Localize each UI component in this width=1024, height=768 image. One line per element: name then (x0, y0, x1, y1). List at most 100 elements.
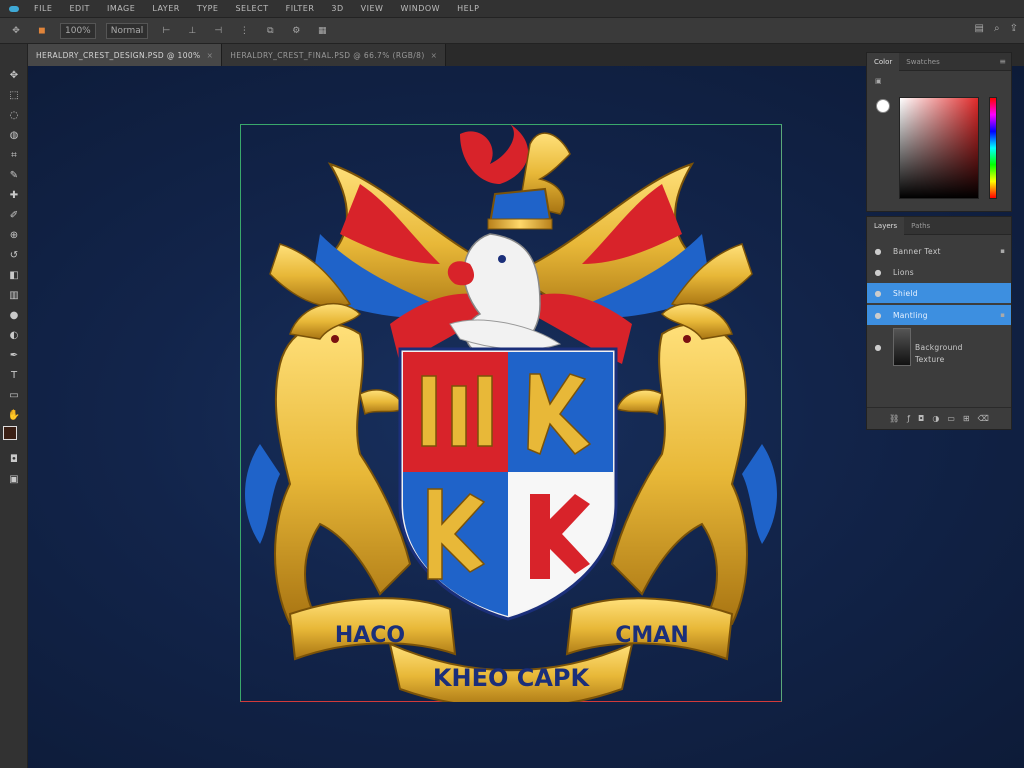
layer-row-selected[interactable]: ● Shield (867, 283, 1011, 303)
tab-crest-final[interactable]: HERALDRY_CREST_FINAL.PSD @ 66.7% (RGB/8)… (222, 44, 447, 66)
pen-icon[interactable]: ✒ (6, 348, 22, 362)
options-bar: ✥ ◼ 100% Normal ⊢ ⊥ ⊣ ⋮ ⧉ ⚙ ▦ ▤ ⌕ ⇪ (0, 18, 1024, 44)
menu-type[interactable]: TYPE (191, 4, 225, 13)
menu-file[interactable]: FILE (28, 4, 58, 13)
align-right-icon[interactable]: ⊣ (210, 23, 226, 39)
new-layer-icon[interactable]: ⊞ (963, 414, 970, 423)
close-icon[interactable]: × (431, 51, 438, 60)
lion-left (245, 302, 412, 625)
layer-name: Shield (893, 288, 918, 298)
layer-thumbnail (893, 328, 911, 366)
layer-row[interactable]: Texture (911, 349, 1011, 369)
eye-icon[interactable]: ● (867, 343, 889, 352)
layer-row[interactable]: ● Banner Text ▪ (867, 241, 1011, 261)
lasso-icon[interactable]: ◌ (6, 108, 22, 122)
trash-icon[interactable]: ⌫ (978, 414, 989, 423)
layer-name: Banner Text (893, 246, 941, 256)
distribute-icon[interactable]: ⋮ (236, 23, 252, 39)
move-icon[interactable]: ✥ (6, 68, 22, 82)
tab-swatches[interactable]: Swatches (899, 53, 946, 71)
workspace-icon[interactable]: ▤ (975, 23, 984, 34)
tab-paths[interactable]: Paths (904, 217, 937, 235)
eye-icon[interactable]: ● (867, 247, 889, 256)
tab-label: HERALDRY_CREST_DESIGN.PSD @ 100% (36, 50, 201, 60)
quick-mask-icon[interactable]: ◘ (6, 452, 22, 466)
clone-stamp-icon[interactable]: ⊕ (6, 228, 22, 242)
marquee-icon[interactable]: ⬚ (6, 88, 22, 102)
quick-select-icon[interactable]: ◍ (6, 128, 22, 142)
menu-image[interactable]: IMAGE (101, 4, 141, 13)
tools-panel: ✥ ⬚ ◌ ◍ ⌗ ✎ ✚ ✐ ⊕ ↺ ◧ ▥ ● ◐ ✒ T ▭ ✋ ◘ ▣ (0, 44, 28, 768)
color-mode-icon[interactable]: ▣ (875, 77, 882, 85)
photoshop-window: FILE EDIT IMAGE LAYER TYPE SELECT FILTER… (0, 0, 1024, 768)
menu-help[interactable]: HELP (451, 4, 485, 13)
banner-left-text: HACO (335, 623, 405, 648)
color-saturation-field[interactable] (899, 97, 979, 199)
history-brush-icon[interactable]: ↺ (6, 248, 22, 262)
link-icon[interactable]: ⛓ (889, 414, 899, 423)
layer-name: Texture (915, 354, 945, 364)
mask-icon[interactable]: ◘ (918, 414, 924, 423)
tab-label: HERALDRY_CREST_FINAL.PSD @ 66.7% (RGB/8) (230, 50, 425, 60)
align-center-icon[interactable]: ⊥ (184, 23, 200, 39)
shield (398, 347, 618, 621)
layers-panel-tabs: Layers Paths (867, 216, 1011, 235)
menu-edit[interactable]: EDIT (63, 4, 95, 13)
close-icon[interactable]: × (207, 51, 214, 60)
hand-icon[interactable]: ✋ (6, 408, 22, 422)
menu-3d[interactable]: 3D (325, 4, 349, 13)
blur-icon[interactable]: ● (6, 308, 22, 322)
lock-icon[interactable]: ▪ (1000, 311, 1005, 319)
coat-of-arms-artwork: HACO CMAN KHEO CAPK (245, 124, 777, 702)
layer-row-selected[interactable]: ● Mantling ▪ (867, 305, 1011, 325)
brush-icon[interactable]: ✐ (6, 208, 22, 222)
color-panel: Color Swatches ≡ ▣ (866, 52, 1012, 212)
shape-icon[interactable]: ▭ (6, 388, 22, 402)
gradient-icon[interactable]: ▥ (6, 288, 22, 302)
layer-name: Mantling (893, 310, 928, 320)
layer-name: Lions (893, 267, 915, 277)
brush-preset-icon[interactable]: ◼ (34, 23, 50, 39)
app-logo-icon[interactable] (0, 0, 28, 18)
tab-color[interactable]: Color (867, 52, 900, 71)
transform-icon[interactable]: ⧉ (262, 23, 278, 39)
eye-icon[interactable]: ● (867, 289, 889, 298)
screen-mode-icon[interactable]: ▣ (6, 472, 22, 486)
panel-menu-icon[interactable]: ≡ (999, 57, 1006, 66)
mode-select[interactable]: Normal (105, 22, 149, 39)
tab-layers[interactable]: Layers (867, 216, 905, 235)
eye-icon[interactable]: ● (867, 311, 889, 320)
color-panel-tabs: Color Swatches ≡ (867, 52, 1011, 71)
type-icon[interactable]: T (6, 368, 22, 382)
healing-icon[interactable]: ✚ (6, 188, 22, 202)
adjustment-icon[interactable]: ◑ (932, 414, 939, 423)
color-preview-swatch[interactable] (876, 99, 890, 113)
align-left-icon[interactable]: ⊢ (158, 23, 174, 39)
layers-footer: ⛓ ƒ ◘ ◑ ▭ ⊞ ⌫ (867, 407, 1011, 429)
banner-bottom-text: KHEO CAPK (433, 664, 591, 692)
lock-icon[interactable]: ▪ (1000, 247, 1005, 255)
menu-filter[interactable]: FILTER (280, 4, 321, 13)
eyedropper-icon[interactable]: ✎ (6, 168, 22, 182)
hue-slider[interactable] (989, 97, 997, 199)
share-icon[interactable]: ⇪ (1010, 23, 1018, 34)
grid-icon[interactable]: ▦ (314, 23, 330, 39)
foreground-color-swatch[interactable] (3, 426, 17, 440)
menu-layer[interactable]: LAYER (146, 4, 186, 13)
dodge-icon[interactable]: ◐ (6, 328, 22, 342)
crop-icon[interactable]: ⌗ (6, 148, 22, 162)
search-icon[interactable]: ⌕ (994, 23, 1000, 34)
menu-window[interactable]: WINDOW (394, 4, 446, 13)
tool-preset-icon[interactable]: ✥ (8, 23, 24, 39)
eraser-icon[interactable]: ◧ (6, 268, 22, 282)
layer-row[interactable]: ● Lions (867, 262, 1011, 282)
zoom-field[interactable]: 100% (60, 22, 96, 39)
tab-crest-design[interactable]: HERALDRY_CREST_DESIGN.PSD @ 100% × (28, 44, 223, 66)
eye-icon[interactable]: ● (867, 268, 889, 277)
menu-select[interactable]: SELECT (229, 4, 274, 13)
lion-right (610, 302, 777, 625)
settings-icon[interactable]: ⚙ (288, 23, 304, 39)
fx-icon[interactable]: ƒ (907, 414, 910, 423)
folder-icon[interactable]: ▭ (947, 414, 955, 423)
menu-view[interactable]: VIEW (355, 4, 390, 13)
